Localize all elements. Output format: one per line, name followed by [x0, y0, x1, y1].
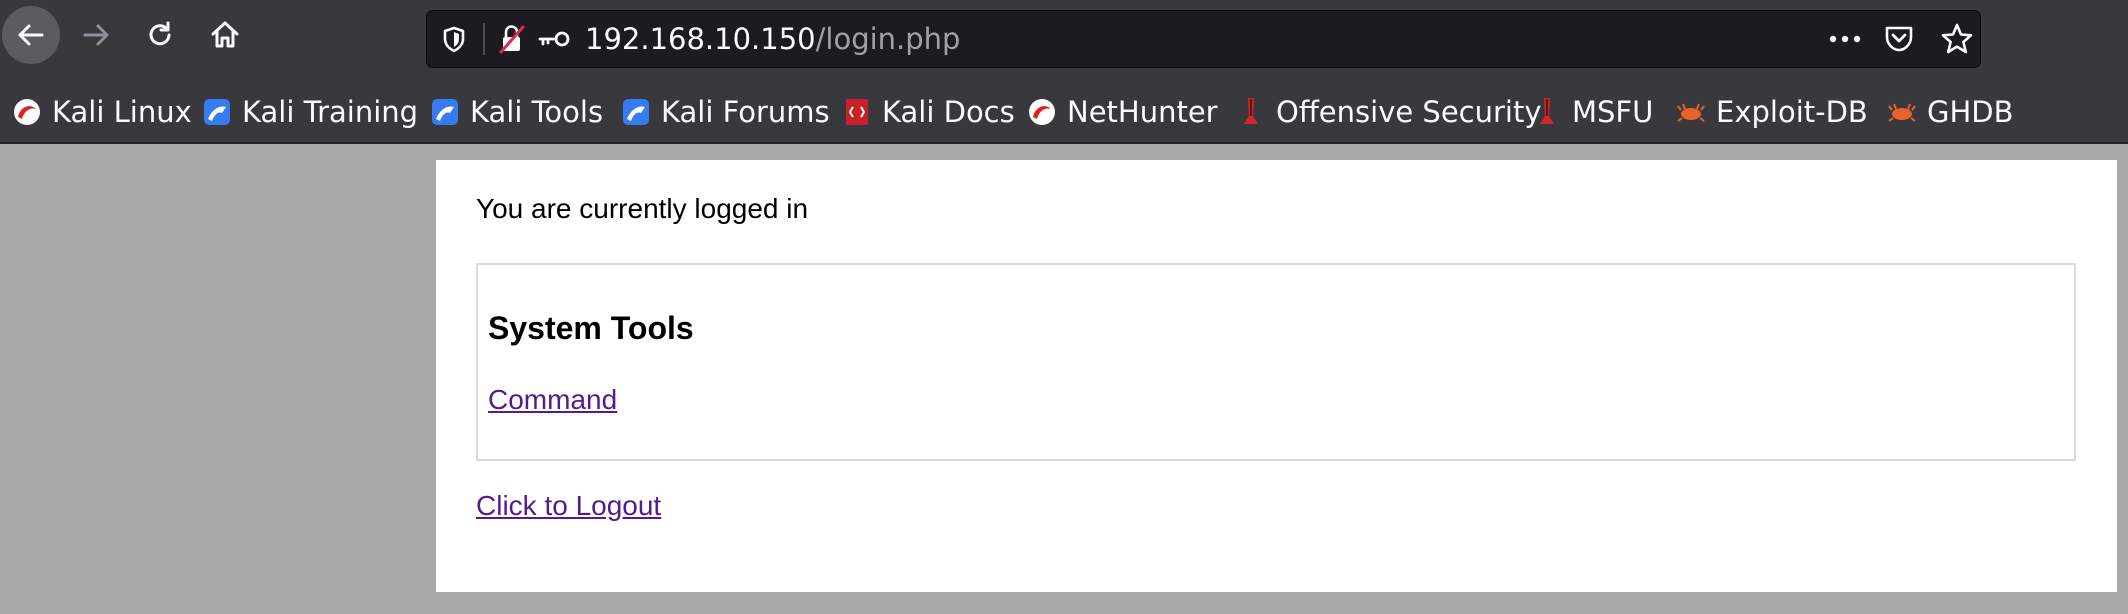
browser-toolbar: 192.168.10.150/login.php: [0, 0, 2128, 82]
arrow-right-icon: [83, 24, 109, 46]
logout-link[interactable]: Click to Logout: [476, 490, 661, 522]
ghdb-icon: [1887, 97, 1917, 127]
home-button[interactable]: [196, 6, 254, 64]
url-host: 192.168.10.150: [585, 22, 816, 56]
insecure-lock-icon[interactable]: [497, 11, 527, 67]
address-bar[interactable]: 192.168.10.150/login.php: [426, 10, 1981, 68]
bookmark-label: MSFU: [1572, 95, 1654, 129]
system-tools-heading: System Tools: [488, 310, 694, 346]
reload-button[interactable]: [131, 6, 189, 64]
bookmark-label: Kali Linux: [52, 95, 192, 129]
bookmark-offensive-security[interactable]: Offensive Security: [1236, 82, 1542, 142]
pocket-icon[interactable]: [1883, 11, 1915, 67]
kali-docs-icon: [842, 97, 872, 127]
bookmark-nethunter[interactable]: NetHunter: [1027, 82, 1218, 142]
reload-icon: [149, 21, 171, 46]
key-icon[interactable]: [537, 11, 571, 67]
arrow-left-icon: [18, 24, 44, 46]
url-text[interactable]: 192.168.10.150/login.php: [585, 11, 960, 67]
home-icon: [211, 21, 239, 48]
bookmark-kali-forums[interactable]: Kali Forums: [621, 82, 830, 142]
urlbar-separator: [483, 23, 485, 55]
bookmark-label: NetHunter: [1067, 95, 1218, 129]
bookmark-kali-docs[interactable]: Kali Docs: [842, 82, 1015, 142]
kali-forums-icon: [621, 97, 651, 127]
bookmark-kali-linux[interactable]: Kali Linux: [12, 82, 192, 142]
bookmark-label: Exploit-DB: [1716, 95, 1868, 129]
kali-tools-icon: [430, 97, 460, 127]
bookmark-msfu[interactable]: MSFU: [1532, 82, 1653, 142]
bookmark-kali-training[interactable]: Kali Training: [202, 82, 418, 142]
bookmarks-toolbar: Kali Linux Kali Training Kali Tools Kali…: [0, 82, 2128, 144]
bookmark-ghdb[interactable]: GHDB: [1887, 82, 2014, 142]
url-path: /login.php: [815, 22, 961, 56]
bookmark-label: Kali Docs: [882, 95, 1015, 129]
system-tools-panel: System Tools Command: [476, 263, 2076, 461]
shield-icon[interactable]: [441, 11, 467, 67]
exploit-db-icon: [1676, 97, 1706, 127]
back-button[interactable]: [2, 6, 60, 64]
kali-training-icon: [202, 97, 232, 127]
nethunter-icon: [1027, 97, 1057, 127]
bookmark-label: Kali Tools: [470, 95, 604, 129]
forward-button[interactable]: [67, 6, 125, 64]
bookmark-label: Offensive Security: [1276, 95, 1542, 129]
command-link[interactable]: Command: [488, 384, 617, 416]
bookmark-kali-tools[interactable]: Kali Tools: [430, 82, 603, 142]
star-icon[interactable]: [1940, 11, 1974, 67]
msfu-icon: [1532, 97, 1562, 127]
page-content: You are currently logged in System Tools…: [436, 160, 2117, 592]
bookmark-exploit-db[interactable]: Exploit-DB: [1676, 82, 1868, 142]
offsec-icon: [1236, 97, 1266, 127]
bookmark-label: Kali Forums: [661, 95, 830, 129]
bookmark-label: GHDB: [1927, 95, 2014, 129]
kali-dragon-icon: [12, 97, 42, 127]
login-status-text: You are currently logged in: [476, 193, 809, 224]
bookmark-label: Kali Training: [242, 95, 419, 129]
more-dots-icon[interactable]: [1828, 11, 1862, 67]
